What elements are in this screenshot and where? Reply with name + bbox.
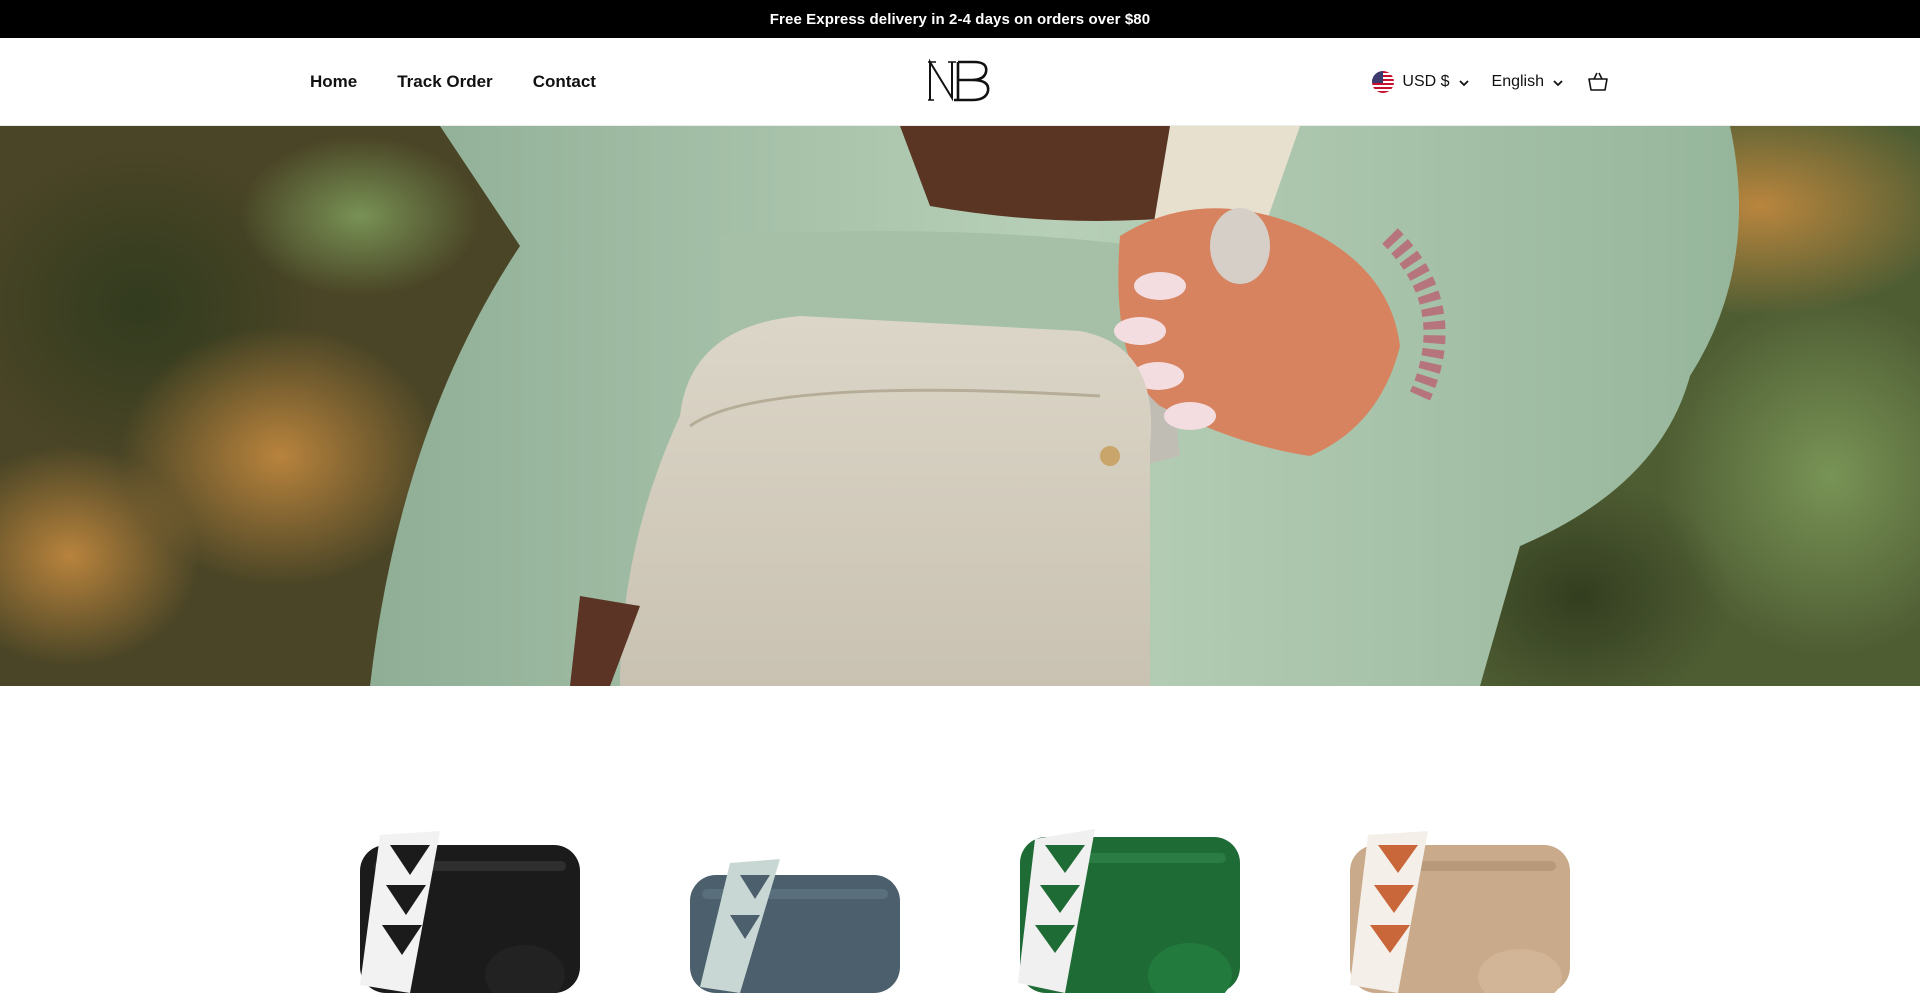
- product-row: [330, 815, 1590, 993]
- product-card[interactable]: [990, 815, 1260, 993]
- product-card[interactable]: [330, 815, 600, 993]
- nav-link-home[interactable]: Home: [310, 72, 357, 92]
- nav-link-contact[interactable]: Contact: [533, 72, 596, 92]
- chevron-down-icon: [1552, 76, 1564, 88]
- brand-logo-mark: [928, 58, 990, 102]
- product-card[interactable]: [1320, 815, 1590, 993]
- language-label: English: [1491, 73, 1544, 90]
- product-card[interactable]: [660, 815, 930, 993]
- product-image: [690, 859, 900, 993]
- basket-icon[interactable]: [1586, 70, 1610, 94]
- us-flag-icon: [1372, 71, 1395, 93]
- product-image: [1018, 829, 1240, 993]
- product-image: [360, 831, 580, 993]
- chevron-down-icon: [1458, 76, 1470, 88]
- brand-logo[interactable]: [928, 58, 992, 102]
- main-nav: Home Track Order Contact: [310, 38, 596, 126]
- announcement-bar: Free Express delivery in 2-4 days on ord…: [0, 0, 1920, 38]
- language-selector[interactable]: English: [1492, 73, 1564, 91]
- currency-label: USD $: [1402, 73, 1450, 90]
- site-header: Home Track Order Contact USD $ English: [0, 38, 1920, 126]
- announcement-text: Free Express delivery in 2-4 days on ord…: [769, 10, 1151, 28]
- product-image: [1350, 831, 1570, 993]
- hero-image: [0, 126, 1920, 686]
- currency-selector[interactable]: USD $: [1372, 71, 1469, 93]
- header-utilities: USD $ English: [1372, 38, 1610, 126]
- nav-link-track-order[interactable]: Track Order: [397, 72, 492, 92]
- hero-banner[interactable]: [0, 126, 1920, 686]
